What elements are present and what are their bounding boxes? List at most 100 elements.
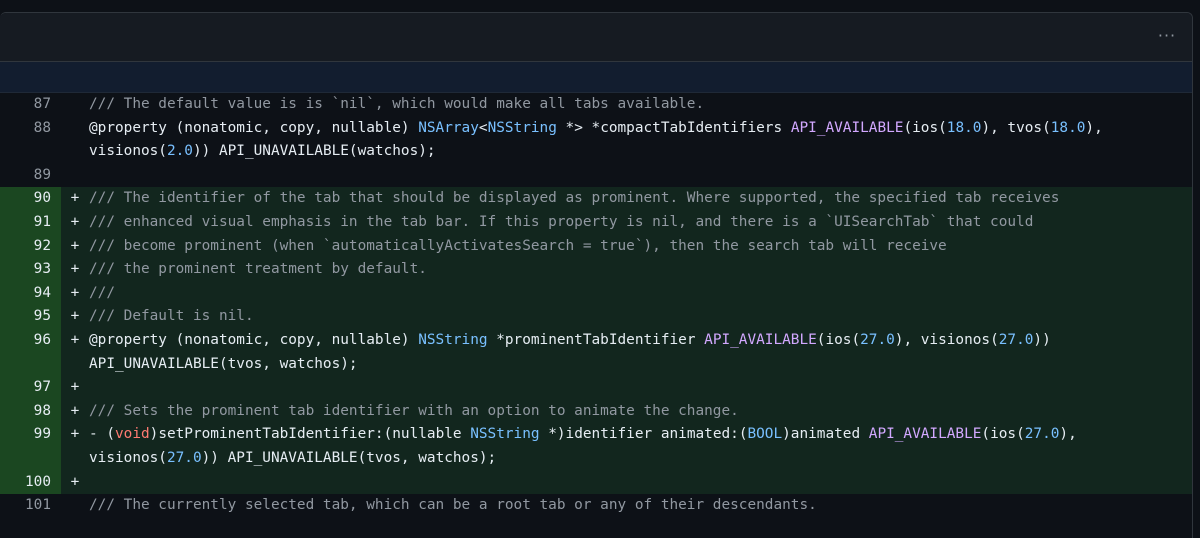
diff-marker xyxy=(61,93,89,117)
code-token: API_AVAILABLE xyxy=(704,331,817,348)
code-token: /// become prominent (when `automaticall… xyxy=(89,237,947,254)
line-number[interactable]: 87 xyxy=(0,93,61,117)
code-text: /// xyxy=(89,282,1192,306)
code-token: )) API_UNAVAILABLE(watchos); xyxy=(192,143,436,160)
code-token: void xyxy=(115,426,150,443)
line-number[interactable]: 101 xyxy=(0,494,61,518)
code-token: 27.0 xyxy=(860,331,895,348)
line-number[interactable]: 92 xyxy=(0,234,61,259)
code-token: 18.0 xyxy=(1050,119,1086,136)
code-token: API_AVAILABLE xyxy=(868,426,982,443)
added-code-line: 91 + /// enhanced visual emphasis in the t… xyxy=(0,210,1192,235)
hunk-expander-row[interactable] xyxy=(0,62,1192,93)
context-code-line: 87 /// The default value is is `nil`, whi… xyxy=(0,93,1192,117)
diff-marker: + xyxy=(70,261,80,278)
code-text: /// the prominent treatment by default. xyxy=(89,258,1192,282)
line-number[interactable]: 89 xyxy=(0,164,61,188)
code-token: *prominentTabIdentifier xyxy=(487,331,705,348)
diff-lines: 87 /// The default value is is `nil`, whi… xyxy=(0,93,1192,518)
code-text: /// enhanced visual emphasis in the tab … xyxy=(89,211,1192,235)
code-token: 27.0 xyxy=(166,449,202,466)
context-code-line: 89 xyxy=(0,164,1192,188)
line-number[interactable]: 91 xyxy=(0,210,61,235)
code-token: /// The default value is is `nil`, which… xyxy=(89,96,705,112)
code-token: /// the prominent treatment by default. xyxy=(89,261,427,278)
code-token: NSString xyxy=(487,119,557,136)
diff-marker: + xyxy=(70,331,80,348)
code-token: *)identifier animated:( xyxy=(539,426,748,443)
diff-marker: + xyxy=(70,308,80,325)
code-text: /// The default value is is `nil`, which… xyxy=(89,93,1192,117)
code-token: (ios( xyxy=(816,331,861,348)
code-token: @property (nonatomic, copy, nullable) xyxy=(89,119,419,136)
code-text: - (void)setProminentTabIdentifier:(nulla… xyxy=(89,423,1192,470)
code-text: /// Sets the prominent tab identifier wi… xyxy=(89,400,1192,424)
code-token: 2.0 xyxy=(166,143,193,160)
code-token: NSString xyxy=(470,426,540,443)
code-token: )) API_UNAVAILABLE(tvos, watchos); xyxy=(201,449,497,466)
code-text: /// The identifier of the tab that shoul… xyxy=(89,187,1192,211)
added-code-line: 97 + xyxy=(0,376,1192,400)
diff-marker: + xyxy=(70,402,80,419)
code-text: /// become prominent (when `automaticall… xyxy=(89,235,1192,259)
code-token: )animated xyxy=(782,426,869,443)
code-token: /// Sets the prominent tab identifier wi… xyxy=(89,402,739,419)
diff-marker xyxy=(61,494,89,518)
added-code-line: 90 + /// The identifier of the tab that sh… xyxy=(0,187,1192,211)
code-token: ), visionos( xyxy=(894,331,999,348)
code-token: - ( xyxy=(89,426,115,443)
line-number[interactable]: 100 xyxy=(0,470,61,495)
added-code-line: 95 + /// Default is nil. xyxy=(0,305,1192,329)
diff-marker: + xyxy=(70,237,80,254)
added-code-line: 100 + xyxy=(0,470,1192,495)
code-token: NSArray xyxy=(418,119,479,136)
diff-marker: + xyxy=(70,213,80,230)
diff-marker: + xyxy=(70,473,80,490)
line-number[interactable]: 93 xyxy=(0,258,61,282)
code-token: (ios( xyxy=(981,426,1025,443)
file-header: ··· xyxy=(0,13,1192,62)
code-token: 27.0 xyxy=(1024,426,1060,443)
diff-file-panel: ··· 87 /// The default value is is `nil`,… xyxy=(0,12,1193,538)
more-options-button[interactable]: ··· xyxy=(1152,23,1182,49)
line-number[interactable]: 94 xyxy=(0,281,61,306)
diff-marker xyxy=(61,117,89,164)
line-number[interactable]: 99 xyxy=(0,423,61,471)
code-token: API_AVAILABLE xyxy=(790,119,904,136)
code-token: @property (nonatomic, copy, nullable) xyxy=(89,331,419,348)
code-token: /// The identifier of the tab that shoul… xyxy=(89,190,1060,207)
added-code-line: 99 + - (void)setProminentTabIdentifier:(nu… xyxy=(0,423,1192,471)
code-token: )setProminentTabIdentifier:(nullable xyxy=(149,426,471,443)
line-number[interactable]: 88 xyxy=(0,117,61,164)
code-token: NSString xyxy=(418,331,488,348)
line-number[interactable]: 95 xyxy=(0,305,61,329)
line-number[interactable]: 96 xyxy=(0,328,61,377)
code-token: *> *compactTabIdentifiers xyxy=(556,119,791,136)
code-token: /// xyxy=(89,284,115,301)
context-code-line: 101 /// The currently selected tab, which… xyxy=(0,494,1192,518)
diff-marker: + xyxy=(70,379,80,396)
code-token: 18.0 xyxy=(946,119,982,136)
added-code-line: 92 + /// become prominent (when `automatic… xyxy=(0,234,1192,259)
line-number[interactable]: 90 xyxy=(0,187,61,211)
added-code-line: 98 + /// Sets the prominent tab identifier… xyxy=(0,399,1192,424)
code-token: ), tvos( xyxy=(981,119,1051,136)
diff-marker: + xyxy=(70,426,80,443)
context-code-line: 88 @property (nonatomic, copy, nullable) … xyxy=(0,117,1192,164)
code-token: /// The currently selected tab, which ca… xyxy=(89,497,817,514)
added-code-line: 93 + /// the prominent treatment by defaul… xyxy=(0,258,1192,282)
added-code-line: 94 + /// xyxy=(0,281,1192,306)
code-token: BOOL xyxy=(747,426,783,443)
code-token: (ios( xyxy=(903,119,947,136)
code-token: 27.0 xyxy=(998,331,1034,348)
code-token: /// Default is nil. xyxy=(89,308,254,325)
code-text: @property (nonatomic, copy, nullable) NS… xyxy=(89,329,1192,376)
code-text: @property (nonatomic, copy, nullable) NS… xyxy=(89,117,1192,164)
line-number[interactable]: 98 xyxy=(0,399,61,424)
line-number[interactable]: 97 xyxy=(0,376,61,400)
diff-marker xyxy=(61,164,89,188)
code-text: /// Default is nil. xyxy=(89,305,1192,329)
